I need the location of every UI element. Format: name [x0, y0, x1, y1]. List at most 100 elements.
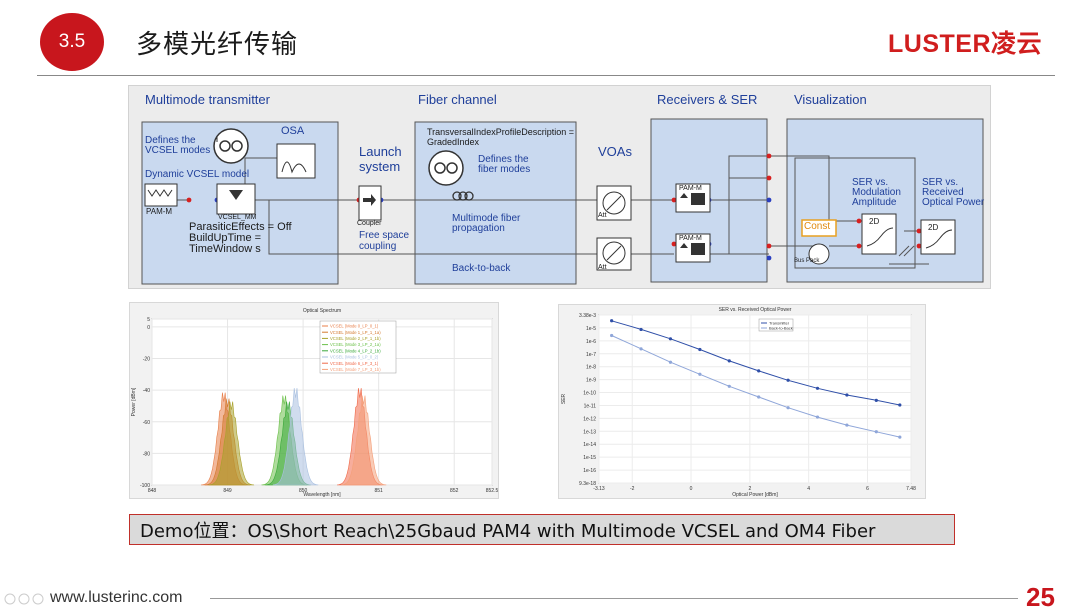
ser-data-point: [815, 415, 820, 419]
ser-legend-entry: Back-to-Back: [769, 326, 793, 331]
ser-ytick: 1e-7: [586, 352, 596, 358]
header-divider: [37, 75, 1055, 76]
spectrum-legend-entry: VCSEL (Mode 7_LP_3_1b): [330, 367, 381, 372]
system-block-diagram: Multimode transmitter Fiber channel Rece…: [128, 85, 991, 289]
ser-data-point: [610, 319, 614, 323]
footer-url[interactable]: www.lusterinc.com: [50, 589, 182, 607]
ser-ytick: 1e-9: [586, 378, 596, 384]
osa-icon: [276, 143, 316, 179]
back-to-back-label: Back-to-back: [452, 263, 511, 274]
ser-data-point: [845, 393, 849, 397]
voas-label: VOAs: [598, 144, 632, 159]
spectrum-legend-entry: VCSEL (Mode 4_LP_2_1b): [330, 348, 381, 353]
spectrum-ytick: -80: [143, 451, 150, 457]
slide-nav-controls[interactable]: [4, 590, 50, 608]
demo-location-text: Demo位置：OS\Short Reach\25Gbaud PAM4 with …: [140, 520, 876, 542]
launch-1: Launch: [359, 144, 402, 159]
voa-att-1: Att: [598, 212, 607, 219]
defines-vcsel-2: VCSEL modes: [145, 145, 211, 156]
spectrum-xtick: 852: [450, 488, 459, 494]
page-number: 25: [1026, 582, 1055, 612]
ser-data-point: [874, 430, 878, 434]
bus-pack-label: Bus Pack: [794, 258, 820, 264]
ser-ytick: 1e-12: [583, 416, 596, 422]
ser-mod-3: Amplitude: [852, 197, 897, 208]
section-number: 3.5: [58, 31, 86, 52]
free-space-1: Free space: [359, 230, 410, 241]
ser-ytick: 1e-6: [586, 339, 596, 345]
ser-ytick: 1e-15: [583, 455, 596, 461]
spectrum-xtick: 851: [374, 488, 383, 494]
ser-data-point: [668, 360, 673, 364]
2d-label-power: 2D: [928, 223, 939, 232]
ser-xtick: -3.13: [593, 486, 605, 492]
voa-att-2: Att: [598, 264, 607, 271]
ser-svg: SER vs. Received Optical Power Optical Po…: [561, 307, 916, 498]
ser-data-point: [668, 337, 673, 341]
spectrum-legend-entry: VCSEL (Mode 1_LP_1_1a): [330, 330, 381, 335]
ser-plot-area: [598, 314, 912, 484]
ser-data-point: [610, 333, 614, 338]
spectrum-xtick: 849: [223, 488, 232, 494]
pam-rx-label-2: PAM-M: [679, 235, 702, 242]
ser-data-point: [639, 347, 643, 351]
coupler-icon: [358, 185, 382, 221]
ser-data-point: [874, 398, 878, 402]
spectrum-xtick: 852.5: [486, 488, 498, 494]
coupler-label: Coupler: [357, 220, 382, 227]
ser-xtick: 0: [690, 486, 693, 492]
pam-rx-label-1: PAM-M: [679, 185, 702, 192]
ser-ytick: 1e-14: [583, 442, 596, 448]
vcsel-mm-label: VCSEL_MM: [218, 214, 257, 221]
spectrum-legend-entry: VCSEL (Mode 3_LP_2_1a): [330, 342, 381, 347]
spectrum-legend-entry: VCSEL (Mode 6_LP_3_1): [330, 361, 379, 366]
spectrum-xlabel: Wavelength [nm]: [303, 492, 341, 498]
ser-data-point: [815, 386, 820, 390]
footer-divider: [210, 598, 1018, 599]
ser-data-point: [727, 359, 731, 363]
section-badge: 3.5: [40, 13, 104, 71]
spectrum-ytick: -40: [143, 388, 150, 394]
luster-logo: LUSTER凌云: [888, 30, 1043, 58]
free-space-2: coupling: [359, 241, 397, 252]
spectrum-ytick: 0: [147, 325, 150, 331]
ser-data-point: [786, 378, 790, 382]
ser-ytick: 1e-5: [586, 326, 596, 332]
ser-title: SER vs. Received Optical Power: [719, 307, 792, 313]
ser-xtick: 4: [807, 486, 810, 492]
ser-opt-3: Optical Power: [922, 197, 985, 208]
ser-ylabel: SER: [561, 393, 567, 404]
ser-data-point: [757, 395, 761, 399]
ser-ytick: 1e-8: [586, 365, 596, 371]
ser-data-point: [698, 372, 702, 376]
ser-data-point: [698, 347, 702, 352]
ser-data-point: [898, 403, 902, 407]
const-label: Const: [804, 221, 831, 232]
ser-ytick: 3.38e-3: [579, 313, 596, 319]
ser-xlabel: Optical Power [dBm]: [732, 492, 778, 498]
pam-tx-label: PAM-M: [146, 207, 173, 216]
ser-xtick: 7.48: [906, 486, 916, 492]
spectrum-legend-entry: VCSEL (Mode 2_LP_1_1b): [330, 336, 381, 341]
spectrum-ylabel: Power [dBm]: [131, 387, 137, 416]
mm-fiber-2: propagation: [452, 223, 505, 234]
spectrum-ytick: -20: [143, 357, 150, 363]
ser-ytick: 1e-10: [583, 391, 596, 397]
profile-2: GradedIndex: [427, 137, 480, 147]
ser-xtick: 2: [748, 486, 751, 492]
spectrum-ytick: 5: [147, 317, 150, 323]
ser-data-point: [727, 384, 731, 388]
spectrum-ytick: -60: [143, 420, 150, 426]
ser-data-point: [786, 406, 790, 410]
fiber-modes-2: fiber modes: [478, 164, 531, 175]
ser-ytick: 1e-11: [584, 403, 597, 409]
ser-data-point: [757, 369, 761, 373]
osa-label: OSA: [281, 125, 305, 137]
dynamic-vcsel-label: Dynamic VCSEL model: [145, 169, 250, 180]
spectrum-legend-entry: VCSEL (Mode 0_LP_0_1): [330, 324, 379, 329]
optical-spectrum-svg: Optical Spectrum Wavelength [nm] Power [dB…: [131, 308, 498, 498]
spectrum-xtick: 848: [148, 488, 157, 494]
ser-xtick: 6: [866, 486, 869, 492]
demo-location-box: Demo位置：OS\Short Reach\25Gbaud PAM4 with …: [129, 514, 955, 545]
ser-plot: SER vs. Received Optical Power Optical Po…: [558, 304, 926, 499]
